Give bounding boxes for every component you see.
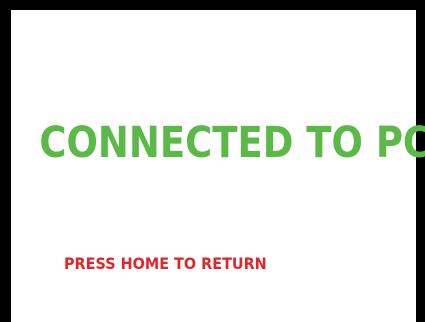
return-hint-message: PRESS HOME TO RETURN — [64, 254, 267, 273]
device-screen: CONNECTED TO PC PRESS HOME TO RETURN — [11, 10, 425, 322]
connection-status-message: CONNECTED TO PC — [39, 118, 425, 168]
device-screen-frame: CONNECTED TO PC PRESS HOME TO RETURN — [0, 0, 425, 322]
